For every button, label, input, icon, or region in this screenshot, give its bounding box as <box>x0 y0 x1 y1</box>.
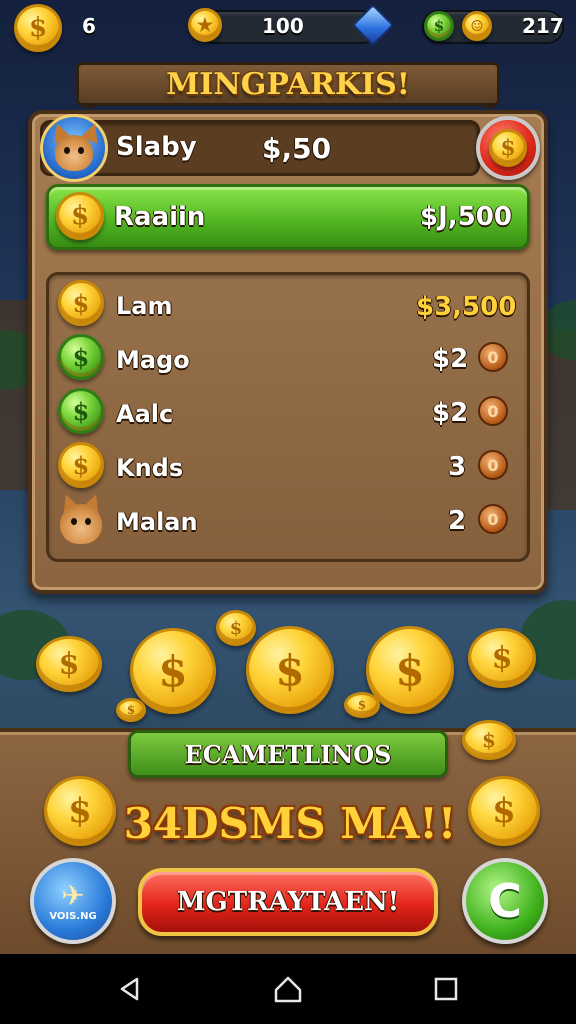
player-name: Slaby <box>116 132 197 162</box>
coin-icon: $ <box>468 776 540 846</box>
stars-count: 100 <box>262 14 304 38</box>
refresh-button[interactable]: C <box>462 858 548 944</box>
home-icon <box>274 976 302 1003</box>
list-item-name: Aalc <box>116 400 174 428</box>
green-coin-icon: $ <box>58 334 104 380</box>
coin-shop-button[interactable]: $ <box>476 116 540 180</box>
coin-icon: $ <box>489 129 527 167</box>
list-item-badge[interactable]: 0 <box>478 396 508 426</box>
list-item-name: Malan <box>116 508 198 536</box>
list-item-name: Lam <box>116 292 173 320</box>
coin-icon: $ <box>216 610 256 646</box>
nav-back-button[interactable] <box>90 954 170 1024</box>
player-avatar <box>40 114 108 182</box>
coin-icon: $ <box>14 4 62 52</box>
player-amount: $,50 <box>262 132 332 165</box>
list-item-value: $2 <box>432 398 469 428</box>
boost-button[interactable]: ✈ VOIS.NG <box>30 858 116 944</box>
coin-icon: $ <box>44 776 116 846</box>
reward-label-bar: ECAMETLINOS <box>128 730 448 778</box>
boost-caption: VOIS.NG <box>49 910 97 922</box>
nav-recents-button[interactable] <box>406 954 486 1024</box>
main-action-label: MGTRAYTAEN! <box>176 887 400 917</box>
list-item-badge[interactable]: 0 <box>478 342 508 372</box>
recents-icon <box>434 977 458 1001</box>
green-coin-icon: $ <box>424 11 454 41</box>
coin-icon: $ <box>58 442 104 488</box>
coin-icon: $ <box>246 626 334 714</box>
coin-icon: $ <box>130 628 216 714</box>
list-item-name: Knds <box>116 454 184 482</box>
fox-icon <box>55 135 93 171</box>
back-icon <box>120 977 139 1001</box>
reward-label: ECAMETLINOS <box>184 739 392 769</box>
highlight-amount: $J,500 <box>420 202 512 232</box>
coin-count: 6 <box>82 14 96 38</box>
coin-icon: $ <box>468 628 536 688</box>
nav-home-button[interactable] <box>248 954 328 1024</box>
badge-icon: ☺ <box>462 11 492 41</box>
coin-icon: $ <box>58 280 104 326</box>
list-item-value: $3,500 <box>416 292 517 322</box>
level-count: 217 <box>522 14 564 38</box>
list-item-badge[interactable]: 0 <box>478 450 508 480</box>
main-action-button[interactable]: MGTRAYTAEN! <box>138 868 438 936</box>
refresh-icon: C <box>488 874 522 928</box>
sign-title: MINGPARKIS! <box>166 66 410 102</box>
list-item-badge[interactable]: 0 <box>478 504 508 534</box>
coin-icon: $ <box>116 698 146 722</box>
highlight-name: Raaiin <box>114 202 206 232</box>
coin-icon: $ <box>462 720 516 760</box>
system-nav-bar <box>0 954 576 1024</box>
reward-headline: 34DSMS MA!! <box>123 798 457 848</box>
star-icon: ★ <box>188 8 222 42</box>
coin-icon: $ <box>344 692 380 718</box>
fox-avatar-icon <box>56 491 106 544</box>
plane-icon: ✈ <box>61 878 85 912</box>
coin-icon: $ <box>36 636 102 692</box>
coin-icon: $ <box>56 192 104 240</box>
list-item-value: 2 <box>448 506 467 536</box>
list-item-name: Mago <box>116 346 190 374</box>
list-item-value: 3 <box>448 452 467 482</box>
green-coin-icon: $ <box>58 388 104 434</box>
top-hud: $ 6 ★ 100 $ ☺ 217 <box>0 0 576 56</box>
list-item-value: $2 <box>432 344 469 374</box>
